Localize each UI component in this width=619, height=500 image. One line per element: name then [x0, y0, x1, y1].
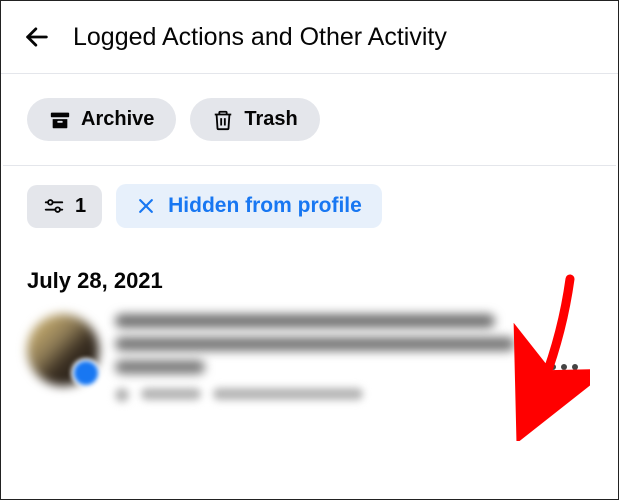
avatar: [27, 314, 99, 386]
arrow-left-icon: [23, 23, 51, 51]
filter-chip-label: Hidden from profile: [168, 194, 362, 218]
ellipsis-icon: [550, 364, 556, 370]
filter-chip-hidden[interactable]: Hidden from profile: [116, 184, 382, 228]
entry-content: [115, 314, 592, 402]
trash-button[interactable]: Trash: [190, 98, 319, 141]
page-title: Logged Actions and Other Activity: [73, 23, 447, 52]
filter-row: 1 Hidden from profile: [1, 166, 618, 246]
link-badge-icon: [71, 358, 101, 388]
sliders-icon: [43, 195, 65, 217]
archive-icon: [49, 109, 71, 131]
trash-icon: [212, 109, 234, 131]
activity-entry[interactable]: [1, 308, 618, 412]
more-options-button[interactable]: [542, 356, 586, 378]
archive-button[interactable]: Archive: [27, 98, 176, 141]
archive-label: Archive: [81, 108, 154, 131]
date-header: July 28, 2021: [1, 246, 618, 308]
filter-settings-button[interactable]: 1: [27, 185, 102, 228]
trash-label: Trash: [244, 108, 297, 131]
toolbar: Archive Trash: [1, 74, 618, 165]
back-button[interactable]: [19, 19, 55, 55]
filter-count-value: 1: [75, 195, 86, 218]
close-icon: [136, 196, 156, 216]
